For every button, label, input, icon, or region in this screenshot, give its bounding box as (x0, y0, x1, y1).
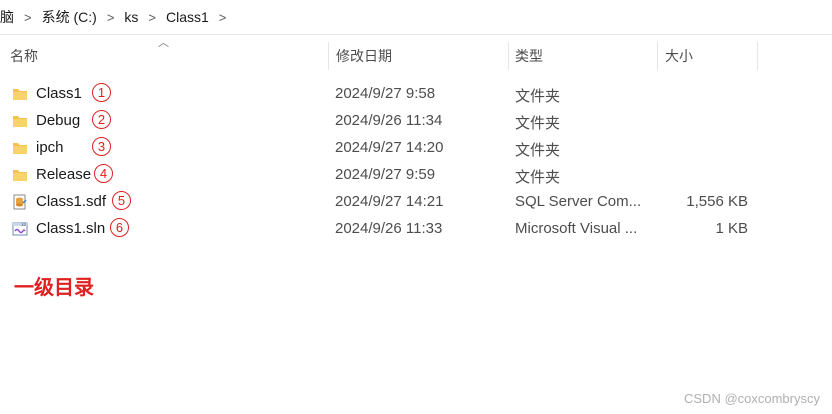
file-name[interactable]: Debug (36, 112, 80, 129)
column-header-type[interactable]: 类型 (505, 42, 657, 70)
file-type: SQL Server Com... (515, 193, 642, 210)
file-date: 2024/9/27 14:21 (335, 193, 444, 210)
chevron-right-icon[interactable]: > (213, 10, 233, 25)
file-name[interactable]: ipch (36, 139, 64, 156)
file-type: 文件夹 (515, 88, 561, 105)
column-header: 名称 修改日期 类型 大小 (0, 42, 832, 70)
address-bar[interactable]: 脑 > 系统 (C:) > ks > Class1 > (0, 0, 832, 35)
file-row[interactable]: Debug 2 2024/9/26 11:34 文件夹 (0, 108, 832, 135)
folder-icon (13, 170, 27, 181)
breadcrumb-item-ks[interactable]: ks (120, 9, 142, 25)
file-row[interactable]: 10 Class1.sln 6 2024/9/26 11:33 Microsof… (0, 216, 832, 243)
file-name[interactable]: Class1.sdf (36, 193, 106, 210)
annotation-marker: 6 (110, 218, 129, 237)
file-row[interactable]: ipch 3 2024/9/27 14:20 文件夹 (0, 135, 832, 162)
chevron-right-icon[interactable]: > (18, 10, 38, 25)
file-type: Microsoft Visual ... (515, 220, 638, 237)
file-row[interactable]: Release 4 2024/9/27 9:59 文件夹 (0, 162, 832, 189)
file-type: 文件夹 (515, 142, 561, 159)
file-type: 文件夹 (515, 115, 561, 132)
annotation-marker: 4 (94, 164, 113, 183)
file-row[interactable]: Class1 1 2024/9/27 9:58 文件夹 (0, 81, 832, 108)
file-date: 2024/9/27 9:58 (335, 85, 436, 102)
file-size: 1 KB (715, 220, 748, 237)
annotation-marker: 3 (92, 137, 111, 156)
annotation-marker: 1 (92, 83, 111, 102)
column-divider[interactable] (757, 42, 758, 70)
breadcrumb-item-computer[interactable]: 脑 (0, 7, 18, 27)
annotation-marker: 2 (92, 110, 111, 129)
file-type: 文件夹 (515, 169, 561, 186)
file-name[interactable]: Class1 (36, 85, 82, 102)
chevron-right-icon[interactable]: > (142, 10, 162, 25)
folder-icon (13, 89, 27, 100)
column-header-name[interactable]: 名称 (0, 42, 328, 70)
column-header-date[interactable]: 修改日期 (326, 42, 508, 70)
annotation-marker: 5 (112, 191, 131, 210)
file-date: 2024/9/26 11:33 (335, 220, 443, 237)
chevron-right-icon[interactable]: > (101, 10, 121, 25)
annotation-label: 一级目录 (14, 277, 94, 299)
folder-icon (13, 143, 27, 154)
sdf-file-icon (13, 194, 27, 210)
file-name[interactable]: Release (36, 166, 91, 183)
breadcrumb-item-class1[interactable]: Class1 (162, 9, 213, 25)
file-date: 2024/9/26 11:34 (335, 112, 443, 129)
breadcrumb-item-drive[interactable]: 系统 (C:) (38, 7, 101, 27)
file-date: 2024/9/27 9:59 (335, 166, 436, 183)
column-header-size[interactable]: 大小 (655, 42, 755, 70)
watermark: CSDN @coxcombryscy (684, 391, 820, 406)
folder-icon (13, 116, 27, 127)
sln-file-icon: 10 (12, 222, 28, 236)
file-size: 1,556 KB (686, 193, 748, 210)
file-row[interactable]: Class1.sdf 5 2024/9/27 14:21 SQL Server … (0, 189, 832, 216)
svg-text:10: 10 (21, 222, 27, 227)
file-date: 2024/9/27 14:20 (335, 139, 444, 156)
file-name[interactable]: Class1.sln (36, 220, 105, 237)
